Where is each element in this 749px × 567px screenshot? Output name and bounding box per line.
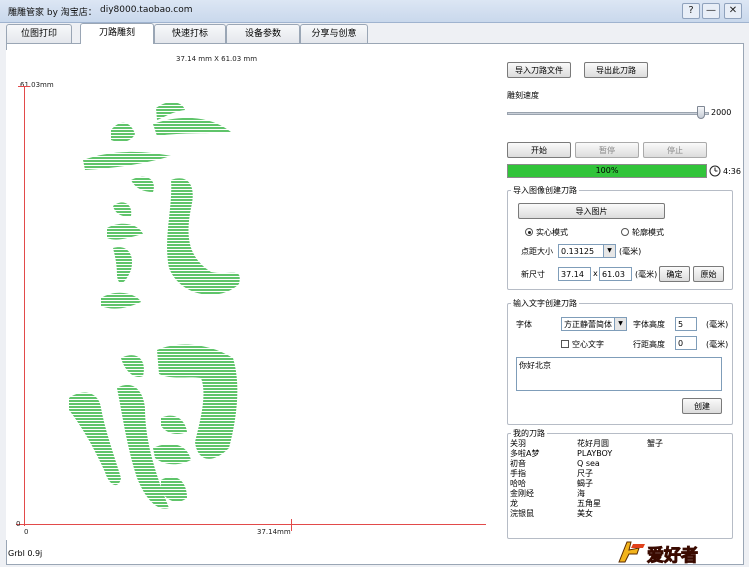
toolpath-list-item[interactable]: 美女 xyxy=(577,509,612,519)
engrave-canvas[interactable]: 37.14 mm X 61.03 mm 61.03mm 0 0 37.14mm xyxy=(6,50,496,540)
dimension-label: 37.14 mm X 61.03 mm xyxy=(176,55,258,63)
font-height-unit: (毫米) xyxy=(706,320,729,329)
speed-label: 雕刻速度 xyxy=(507,91,539,100)
toolpath-list-item[interactable]: PLAYBOY xyxy=(577,449,612,459)
toolpath-list-item[interactable]: 尺子 xyxy=(577,469,612,479)
import-toolpath-button[interactable]: 导入刀路文件 xyxy=(507,62,571,78)
toolpath-list-item[interactable]: 哈哈 xyxy=(510,479,539,489)
my-toolpaths-title: 我的刀路 xyxy=(511,428,547,439)
chevron-down-icon[interactable]: ▼ xyxy=(603,245,615,257)
create-text-button[interactable]: 创建 xyxy=(682,398,722,414)
toolpath-list-item[interactable]: 手指 xyxy=(510,469,539,479)
toolpath-list-item[interactable]: 五角星 xyxy=(577,499,612,509)
x-axis xyxy=(16,524,486,525)
dot-pitch-value: 0.13125 xyxy=(561,247,595,256)
hollow-text-checkbox[interactable] xyxy=(561,340,569,348)
font-select[interactable]: 方正静蕾简体 ▼ xyxy=(561,317,627,331)
start-button[interactable]: 开始 xyxy=(507,142,571,158)
mode-solid-radio[interactable] xyxy=(525,228,533,236)
confirm-size-button[interactable]: 确定 xyxy=(659,266,690,282)
origin-x-label: 0 xyxy=(24,528,29,536)
font-value: 方正静蕾简体 xyxy=(564,320,612,329)
toolpath-list-item[interactable]: 海 xyxy=(577,489,612,499)
y-axis xyxy=(24,86,25,526)
watermark-logo: 爱好者 xyxy=(617,540,745,567)
top-size-label: 61.03mm xyxy=(20,81,54,89)
origin-y-label: 0 xyxy=(16,520,21,528)
stop-button[interactable]: 停止 xyxy=(643,142,707,158)
toolpath-list-item[interactable]: 蝎子 xyxy=(577,479,612,489)
tab-toolpath-engrave[interactable]: 刀路雕刻 xyxy=(80,23,154,44)
export-toolpath-button[interactable]: 导出此刀路 xyxy=(584,62,648,78)
firmware-version: Grbl 0.9j xyxy=(8,549,43,558)
toolpath-list-item[interactable]: Q sea xyxy=(577,459,612,469)
new-width-input[interactable]: 37.14 xyxy=(558,267,591,281)
font-height-input[interactable]: 5 xyxy=(675,317,697,331)
close-button[interactable]: ✕ xyxy=(724,3,742,19)
right-tick xyxy=(291,519,292,531)
width-size-label: 37.14mm xyxy=(257,528,291,536)
line-height-input[interactable]: 0 xyxy=(675,336,697,350)
tab-bitmap-print[interactable]: 位图打印 xyxy=(6,24,72,43)
toolpath-list-item[interactable]: 蟹子 xyxy=(647,439,663,449)
new-size-unit: (毫米) xyxy=(635,270,658,279)
toolpath-list-item[interactable]: 多啦A梦 xyxy=(510,449,539,459)
speed-slider-track[interactable] xyxy=(507,112,709,115)
size-x-label: x xyxy=(593,269,598,278)
mode-outline-radio[interactable] xyxy=(621,228,629,236)
tab-device-params[interactable]: 设备参数 xyxy=(226,24,300,43)
tab-quick-mark[interactable]: 快速打标 xyxy=(154,24,226,43)
progress-bar: 100% xyxy=(507,164,707,178)
chevron-down-icon[interactable]: ▼ xyxy=(614,318,626,330)
import-image-group-title: 导入图像创建刀路 xyxy=(511,185,579,196)
clock-icon xyxy=(709,165,721,177)
new-size-label: 新尺寸 xyxy=(521,270,545,279)
mode-outline-label: 轮廓模式 xyxy=(632,228,664,237)
import-image-button[interactable]: 导入图片 xyxy=(518,203,665,219)
progress-text: 100% xyxy=(595,166,619,175)
shop-domain: diy8000.taobao.com xyxy=(100,5,193,15)
font-label: 字体 xyxy=(516,320,532,329)
font-height-label: 字体高度 xyxy=(633,320,665,329)
mode-solid-label: 实心模式 xyxy=(536,228,568,237)
speed-slider-thumb[interactable] xyxy=(697,106,705,119)
toolpath-list-item[interactable]: 龙 xyxy=(510,499,539,509)
dot-pitch-unit: (毫米) xyxy=(619,247,642,256)
toolpath-list-column3: 蟹子 xyxy=(647,439,663,449)
text-input-area[interactable]: 你好北京 xyxy=(516,357,722,391)
tab-share-ideas[interactable]: 分享与创意 xyxy=(300,24,368,43)
elapsed-time: 4:36 xyxy=(723,167,741,176)
pause-button[interactable]: 暂停 xyxy=(575,142,639,158)
logo-mark-icon xyxy=(618,541,645,563)
engraving-preview xyxy=(69,102,240,509)
my-toolpaths-group xyxy=(507,433,733,539)
dot-pitch-label: 点距大小 xyxy=(521,247,553,256)
window-title: 雕雕管家 by 淘宝店： xyxy=(8,8,97,18)
toolpath-list-item[interactable]: 关羽 xyxy=(510,439,539,449)
line-height-label: 行距高度 xyxy=(633,340,665,349)
toolpath-list-column1: 关羽 多啦A梦 初音 手指 哈哈 金刚经龙浣银鼠 xyxy=(510,439,539,519)
minimize-button[interactable]: — xyxy=(702,3,720,19)
toolpath-list-item[interactable]: 金刚经 xyxy=(510,489,539,499)
toolpath-list-column2: 花好月圆 PLAYBOY Q sea 尺子 蝎子海五角星 美女 xyxy=(577,439,612,519)
watermark-text: 爱好者 xyxy=(647,546,699,567)
speed-value: 2000 xyxy=(711,108,732,117)
help-button[interactable]: ? xyxy=(682,3,700,19)
toolpath-list-item[interactable]: 花好月圆 xyxy=(577,439,612,449)
line-height-unit: (毫米) xyxy=(706,340,729,349)
original-size-button[interactable]: 原始 xyxy=(693,266,724,282)
toolpath-list-item[interactable]: 浣银鼠 xyxy=(510,509,539,519)
text-toolpath-group-title: 输入文字创建刀路 xyxy=(511,298,579,309)
title-bar: 雕雕管家 by 淘宝店： diy8000.taobao.com ? — ✕ xyxy=(0,0,749,23)
toolpath-list-item[interactable]: 初音 xyxy=(510,459,539,469)
new-height-input[interactable]: 61.03 xyxy=(599,267,632,281)
hollow-text-label: 空心文字 xyxy=(572,340,604,349)
dot-pitch-select[interactable]: 0.13125 ▼ xyxy=(558,244,616,258)
